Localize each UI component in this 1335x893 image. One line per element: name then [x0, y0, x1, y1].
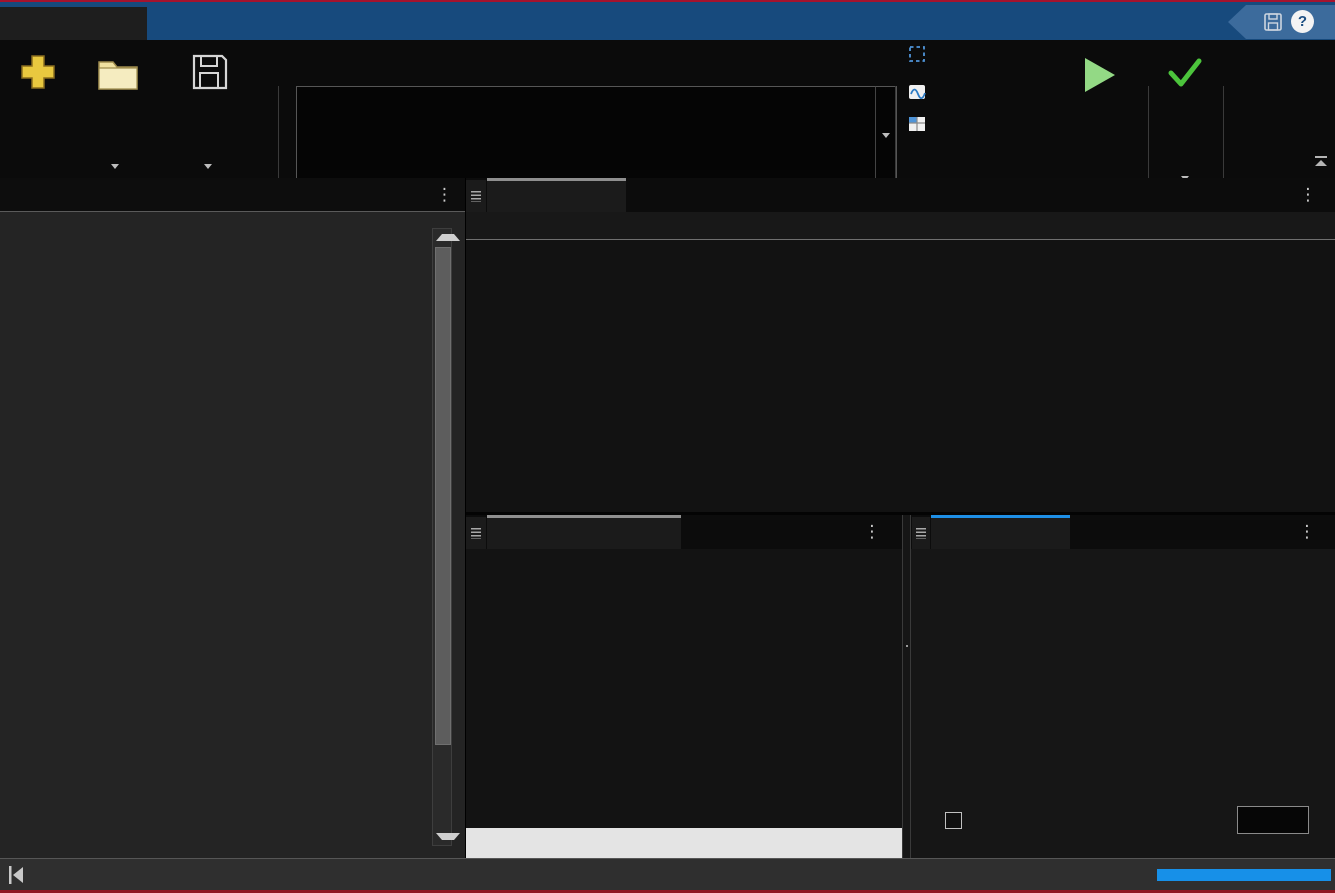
collapse-ribbon-icon[interactable] — [1314, 156, 1328, 170]
vertical-splitter[interactable] — [902, 515, 911, 858]
time-scope-drag-handle[interactable] — [466, 180, 486, 212]
scrollbar-up-icon[interactable] — [436, 234, 460, 241]
tab-time-scope[interactable] — [487, 178, 626, 212]
quick-access-toolbar: ? — [1228, 5, 1335, 39]
gallery-more-button[interactable] — [875, 86, 897, 184]
save-session-button[interactable] — [190, 52, 230, 94]
help-icon[interactable]: ? — [1291, 10, 1314, 33]
tab-spectrum-analyzer[interactable] — [487, 515, 681, 549]
waveform-panel-menu-icon[interactable]: ⋮ — [436, 186, 453, 203]
new-session-label[interactable] — [8, 136, 68, 156]
save-session-label[interactable] — [172, 136, 244, 176]
open-session-button[interactable] — [96, 54, 140, 94]
waveform-panel-scrollbar[interactable] — [432, 228, 452, 846]
spectrum-status-bar — [466, 828, 902, 858]
save-session-dropdown-icon[interactable] — [204, 164, 212, 169]
impairments-icon — [908, 45, 926, 63]
time-scope-legend — [466, 212, 1335, 240]
spectrum-drag-handle[interactable] — [466, 517, 486, 549]
threshold-input[interactable] — [1237, 806, 1309, 834]
waveform-panel-header: ⋮ — [0, 178, 465, 212]
new-session-button[interactable] — [14, 52, 62, 94]
quick-save-icon[interactable] — [1262, 11, 1284, 33]
real-waveform-swatch — [490, 224, 520, 227]
imag-waveform-swatch — [574, 224, 604, 227]
scrollbar-down-icon[interactable] — [436, 833, 460, 840]
reassigned-checkbox[interactable] — [945, 812, 962, 829]
collapse-left-panel-icon[interactable] — [6, 864, 26, 886]
check-icon — [1168, 58, 1202, 88]
app-status-bar — [0, 858, 1335, 890]
visualize-icon — [908, 83, 926, 101]
tab-transmitter[interactable] — [147, 7, 295, 40]
scrollbar-thumb[interactable] — [435, 247, 451, 745]
play-icon — [1083, 56, 1117, 94]
visualize-button[interactable] — [908, 89, 925, 94]
toolstrip-tab-bar: ? — [0, 2, 1335, 40]
layout-icon — [908, 115, 926, 133]
waveform-panel-body — [0, 212, 465, 858]
tab-spectrogram[interactable] — [931, 515, 1070, 549]
floppy-icon — [190, 52, 230, 92]
time-scope-menu-icon[interactable]: ⋮ — [1300, 185, 1317, 205]
open-session-label[interactable] — [80, 136, 150, 176]
open-session-dropdown-icon[interactable] — [111, 164, 119, 169]
spectrogram-colorbar — [1228, 592, 1252, 728]
spectrum-menu-icon[interactable]: ⋮ — [864, 522, 881, 542]
time-scope-plot[interactable] — [527, 255, 1313, 452]
spectrum-plot[interactable] — [543, 565, 878, 772]
spectrogram-plot[interactable] — [995, 592, 1218, 728]
folder-icon — [96, 54, 140, 92]
waveform-type-gallery — [296, 86, 876, 184]
spectrogram-menu-icon[interactable]: ⋮ — [1299, 522, 1316, 542]
generate-button[interactable] — [1083, 56, 1117, 94]
pulse-waveform-analyzer-app: ? — [0, 0, 1335, 893]
progress-bar — [1157, 869, 1331, 881]
export-button[interactable] — [1168, 58, 1202, 88]
tab-generator[interactable] — [0, 7, 147, 40]
plus-icon — [18, 52, 58, 92]
ribbon — [0, 40, 1335, 178]
spectrogram-drag-handle[interactable] — [912, 517, 930, 549]
